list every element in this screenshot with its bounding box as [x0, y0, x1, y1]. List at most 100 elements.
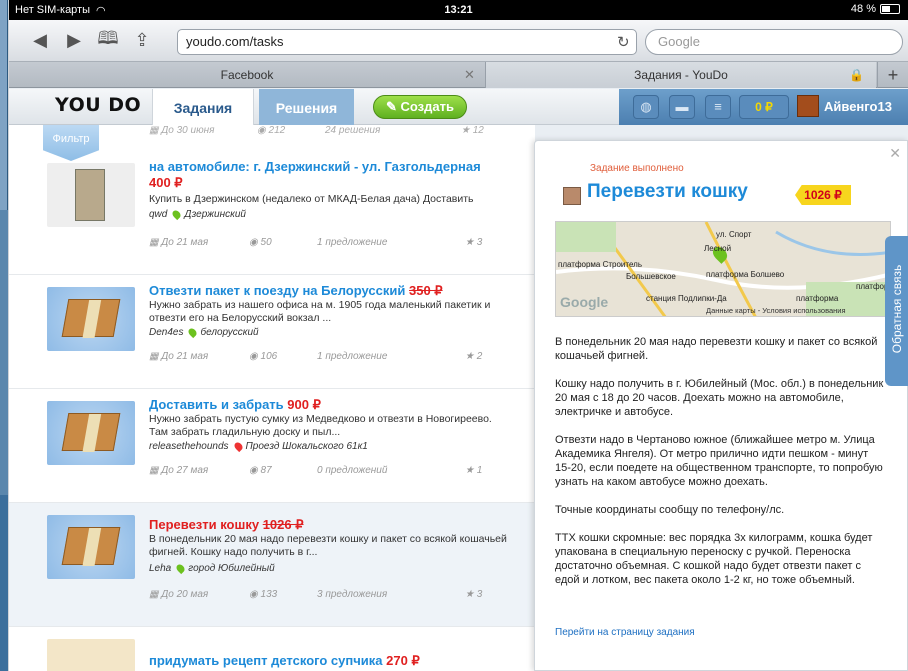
list-item-meta: ▦ До 30 июня ◉ 212 24 решения ★ 12: [149, 125, 529, 139]
task-thumbnail: [47, 401, 135, 465]
tab-solutions[interactable]: Решения: [259, 89, 354, 125]
task-user: releasethehounds Проезд Шокальского 61к1: [149, 440, 368, 453]
location-pin-icon: [187, 326, 199, 339]
tab-tasks[interactable]: Задания: [152, 89, 254, 125]
balance[interactable]: 0 ₽: [739, 95, 789, 119]
location-pin-icon: [232, 440, 244, 453]
stars: ★ 3: [465, 589, 483, 600]
stars: ★ 3: [465, 237, 483, 248]
list-item[interactable]: Отвезти пакет к поезду на Белорусский 35…: [9, 275, 535, 389]
calendar-icon: ▦: [149, 125, 162, 136]
create-button[interactable]: ✎ Создать: [373, 95, 467, 119]
youdo-logo[interactable]: YOU DO: [55, 94, 141, 116]
tab-facebook[interactable]: Facebook: [9, 62, 486, 88]
messages-icon[interactable]: ▬: [669, 95, 695, 119]
device-edge: [0, 0, 8, 671]
eye-icon: ◉: [257, 125, 269, 136]
lock-icon: 🔒: [849, 68, 864, 82]
bookmarks-icon[interactable]: 🕮: [91, 26, 125, 56]
close-tab-icon[interactable]: ✕: [464, 62, 475, 88]
map-label: ул. Спорт: [716, 230, 752, 239]
task-list: ▦ До 30 июня ◉ 212 24 решения ★ 12 Фильт…: [9, 125, 535, 671]
task-desc: Купить в Дзержинском (недалеко от МКАД-Б…: [149, 193, 474, 205]
task-user: Leha город Юбилейный: [149, 562, 275, 575]
task-page-link[interactable]: Перейти на страницу задания: [555, 627, 695, 638]
deadline: До 30 июня: [161, 125, 215, 136]
task-title[interactable]: на автомобиле: г. Дзержинский - ул. Газг…: [149, 159, 481, 174]
views-count: ◉ 212: [257, 125, 286, 136]
map[interactable]: платформа Строитель Большевское платформ…: [555, 221, 891, 317]
task-desc: Нужно забрать пустую сумку из Медведково…: [149, 413, 492, 438]
task-thumbnail: [47, 163, 135, 227]
list-item-selected[interactable]: Перевезти кошку 1026 ₽ В понедельник 20 …: [9, 503, 535, 627]
address-bar[interactable]: youdo.com/tasks: [177, 29, 637, 55]
list-item[interactable]: Доставить и забрать 900 ₽ Нужно забрать …: [9, 389, 535, 503]
stars: ★ 1: [465, 465, 483, 476]
forward-icon[interactable]: ▶: [57, 26, 91, 56]
create-label: Создать: [400, 99, 454, 114]
back-icon[interactable]: ◀: [23, 26, 57, 56]
battery-icon: [880, 4, 900, 14]
map-label: Большевское: [626, 272, 676, 281]
detail-description: В понедельник 20 мая надо перевезти кошк…: [555, 335, 885, 601]
location-pin-icon: [175, 562, 187, 575]
task-title[interactable]: Перевезти кошку 1026 ₽: [149, 517, 304, 533]
offers-count: 0 предложений: [317, 465, 388, 476]
paragraph: В понедельник 20 мая надо перевезти кошк…: [555, 336, 878, 362]
search-input[interactable]: Google: [645, 29, 903, 55]
username[interactable]: Айвенго13: [824, 89, 892, 125]
task-meta: ▦ До 21 мая ◉ 106 1 предложение ★ 2: [149, 351, 509, 365]
close-icon[interactable]: ✕: [889, 145, 901, 162]
feedback-tab[interactable]: Обратная связь: [885, 236, 908, 386]
clock: 13:21: [444, 4, 473, 16]
stars: ★ 12: [461, 125, 484, 136]
battery-percent: 48 %: [850, 3, 876, 15]
task-title[interactable]: Доставить и забрать 900 ₽: [149, 397, 321, 413]
author-avatar[interactable]: [563, 187, 581, 205]
stars: ★ 2: [465, 351, 483, 362]
task-title[interactable]: Отвезти пакет к поезду на Белорусский 35…: [149, 283, 443, 299]
pencil-icon: ✎: [386, 99, 401, 114]
task-meta: ▦ До 27 мая ◉ 87 0 предложений ★ 1: [149, 465, 509, 479]
user-panel: ◍ ▬ ≡ 0 ₽ Айвенго13: [619, 89, 908, 125]
tab-bar: Facebook ✕ Задания - YouDo 🔒 +: [9, 62, 908, 88]
map-label: платформа Болшево: [706, 270, 785, 279]
offers-count: 1 предложение: [317, 237, 388, 248]
task-price: 400 ₽: [149, 175, 183, 190]
map-copyright[interactable]: Данные карты - Условия использования: [706, 306, 846, 315]
offers-count: 1 предложение: [317, 351, 388, 362]
map-label: станция Подлипки-Да: [646, 294, 727, 303]
map-label: платформа Строитель: [558, 260, 642, 269]
globe-icon[interactable]: ◍: [633, 95, 659, 119]
list-item[interactable]: придумать рецепт детского супчика 270 ₽: [9, 627, 535, 671]
task-title[interactable]: придумать рецепт детского супчика 270 ₽: [149, 653, 420, 669]
share-icon[interactable]: ⇪: [125, 26, 159, 56]
deadline: ▦ До 21 мая: [149, 351, 209, 362]
task-status: Задание выполнено: [590, 163, 684, 174]
reload-icon[interactable]: ↻: [617, 33, 630, 51]
views-count: ◉ 50: [249, 237, 272, 248]
list-item[interactable]: на автомобиле: г. Дзержинский - ул. Газг…: [9, 151, 535, 275]
map-label: Лесной: [704, 244, 732, 253]
detail-title: Перевезти кошку: [587, 181, 748, 202]
status-bar: Нет SIM-карты ◠ 13:21 48 %: [9, 0, 908, 20]
task-thumbnail: [47, 639, 135, 671]
offers-count: 3 предложения: [317, 589, 388, 600]
paragraph: ТТХ кошки скромные: вес порядка 3х килог…: [555, 532, 873, 586]
location-pin-icon: [171, 208, 183, 221]
paragraph: Отвезти надо в Чертаново южное (ближайше…: [555, 434, 883, 488]
offers-count: 24 решения: [325, 125, 381, 136]
list-icon[interactable]: ≡: [705, 95, 731, 119]
views-count: ◉ 87: [249, 465, 272, 476]
task-user: qwd Дзержинский: [149, 208, 246, 221]
new-tab-button[interactable]: +: [877, 62, 908, 88]
task-user: Den4es белорусский: [149, 326, 259, 339]
screen: Нет SIM-карты ◠ 13:21 48 % ◀ ▶ 🕮 ⇪ youdo…: [9, 0, 908, 671]
task-thumbnail: [47, 287, 135, 351]
tab-youdo[interactable]: Задания - YouDo: [486, 62, 876, 88]
map-label: платформа: [796, 294, 839, 303]
paragraph: Точные координаты сообщу по телефону/лс.: [555, 504, 785, 516]
site-header: YOU DO Задания Решения ✎ Создать ◍ ▬ ≡ 0…: [9, 89, 908, 125]
avatar[interactable]: [797, 95, 819, 117]
views-count: ◉ 106: [249, 351, 278, 362]
